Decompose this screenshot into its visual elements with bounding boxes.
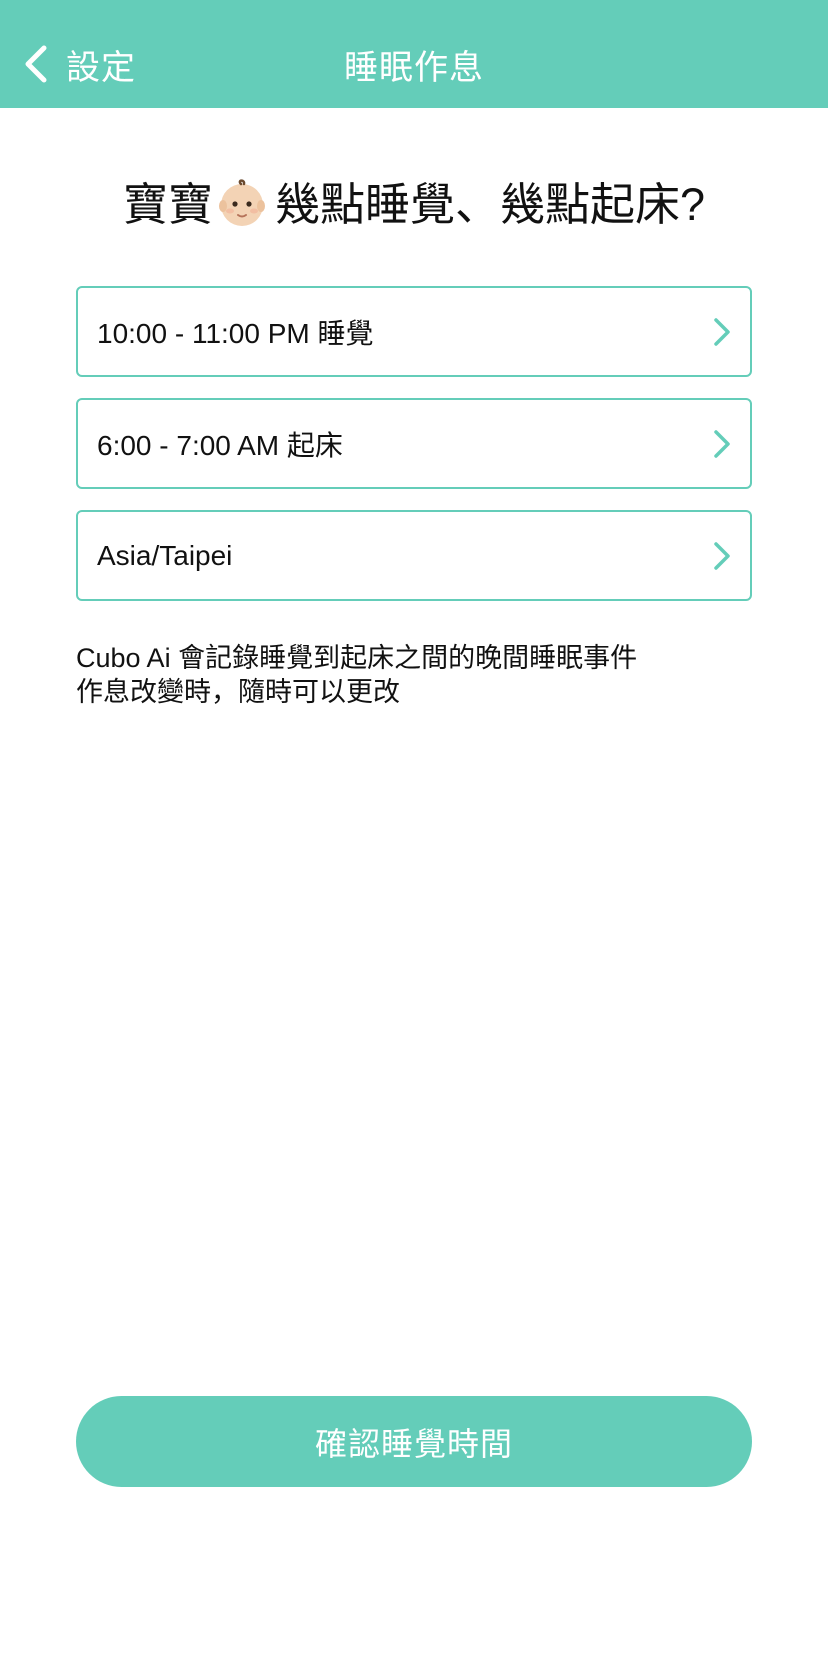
question-prefix: 寶寶 (122, 179, 213, 230)
note-line-2: 作息改變時，隨時可以更改 (76, 677, 400, 707)
chevron-right-icon (714, 541, 730, 570)
note-line-1: Cubo Ai 會記錄睡覺到起床之間的晚間睡眠事件 (76, 643, 638, 673)
bedtime-option[interactable]: 10:00 - 11:00 PM 睡覺 (76, 286, 752, 377)
schedule-note: Cubo Ai 會記錄睡覺到起床之間的晚間睡眠事件 作息改變時，隨時可以更改 (76, 641, 637, 709)
question-suffix: 幾點睡覺、幾點起床? (274, 179, 706, 230)
bedtime-option-label: 10:00 - 11:00 PM 睡覺 (97, 317, 374, 349)
timezone-option[interactable]: Asia/Taipei (76, 510, 752, 601)
page-title: 睡眠作息 (344, 49, 484, 87)
wakeup-option-label: 6:00 - 7:00 AM 起床 (97, 429, 343, 461)
chevron-right-icon (714, 429, 730, 458)
baby-face-icon (217, 178, 267, 239)
schedule-question-heading: 寶寶 幾點睡覺、幾點起床? (0, 168, 828, 239)
wakeup-option[interactable]: 6:00 - 7:00 AM 起床 (76, 398, 752, 489)
chevron-right-icon (714, 317, 730, 346)
timezone-option-label: Asia/Taipei (97, 539, 233, 571)
top-navigation-bar: 設定 睡眠作息 (0, 0, 828, 108)
confirm-sleep-time-button[interactable]: 確認睡覺時間 (76, 1396, 752, 1487)
